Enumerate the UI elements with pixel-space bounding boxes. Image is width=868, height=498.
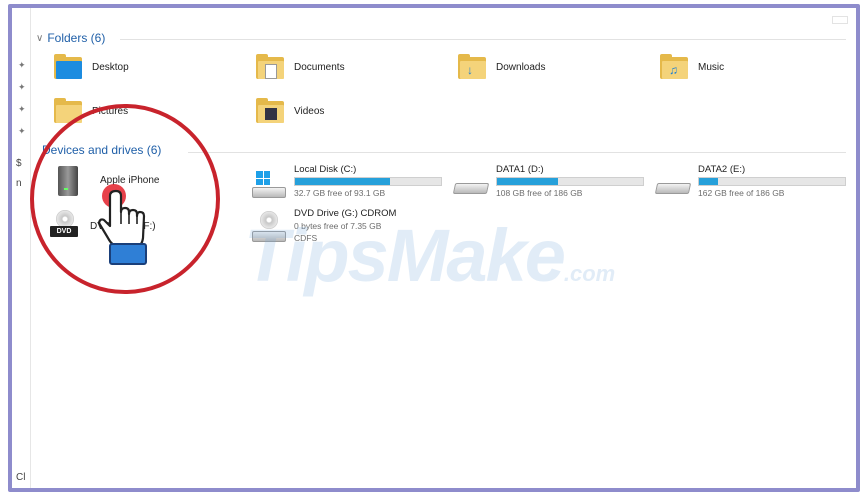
capacity-bar bbox=[698, 177, 846, 186]
videos-folder-icon bbox=[256, 98, 286, 124]
drive-data2-e[interactable]: DATA2 (E:) 162 GB free of 186 GB bbox=[654, 164, 848, 204]
folders-section-label: Folders (6) bbox=[47, 31, 106, 45]
drive-label: DATA2 (E:) bbox=[698, 164, 746, 175]
pin-icon[interactable]: ✦ bbox=[18, 60, 26, 71]
drive-label: DATA1 (D:) bbox=[496, 164, 544, 175]
pointing-hand-icon bbox=[96, 182, 156, 279]
explorer-window: ✦ ✦ ✦ ✦ $ n Cl ∨ Folders (6) Desktop Doc… bbox=[8, 4, 860, 492]
capacity-fill bbox=[497, 178, 559, 185]
drive-free-space: 108 GB free of 186 GB bbox=[496, 188, 583, 198]
documents-folder-icon bbox=[256, 54, 286, 80]
drive-local-disk-c[interactable]: Local Disk (C:) 32.7 GB free of 93.1 GB bbox=[250, 164, 444, 204]
watermark-suffix: .com bbox=[563, 261, 616, 286]
nav-fragment[interactable]: $ bbox=[16, 158, 22, 169]
section-divider bbox=[188, 152, 846, 153]
drive-free-space: 32.7 GB free of 93.1 GB bbox=[294, 188, 386, 198]
window-control[interactable] bbox=[832, 16, 848, 24]
folder-label: Downloads bbox=[496, 61, 546, 73]
nav-fragment[interactable]: Cl bbox=[16, 472, 25, 483]
capacity-bar bbox=[294, 177, 442, 186]
capacity-bar bbox=[496, 177, 644, 186]
folder-label: Videos bbox=[294, 105, 325, 117]
section-divider bbox=[120, 39, 846, 40]
hard-drive-icon bbox=[654, 169, 692, 199]
pin-icon[interactable]: ✦ bbox=[18, 82, 26, 93]
windows-drive-icon bbox=[250, 169, 286, 199]
folder-downloads[interactable]: ↓ Downloads bbox=[458, 54, 545, 80]
folder-desktop[interactable]: Desktop bbox=[54, 54, 129, 80]
hard-drive-icon bbox=[452, 169, 490, 199]
chevron-down-icon: ∨ bbox=[36, 32, 44, 44]
drive-label: Local Disk (C:) bbox=[294, 164, 357, 175]
nav-fragment[interactable]: n bbox=[16, 178, 22, 189]
pin-icon[interactable]: ✦ bbox=[18, 104, 26, 115]
folder-music[interactable]: ♫ Music bbox=[660, 54, 724, 80]
navigation-pane: ✦ ✦ ✦ ✦ $ n Cl bbox=[12, 8, 31, 488]
watermark-logo: TipsMake.com bbox=[244, 213, 615, 298]
downloads-folder-icon: ↓ bbox=[458, 54, 488, 80]
folder-videos[interactable]: Videos bbox=[256, 98, 324, 124]
drive-free-space: 162 GB free of 186 GB bbox=[698, 188, 785, 198]
folder-documents[interactable]: Documents bbox=[256, 54, 345, 80]
music-folder-icon: ♫ bbox=[660, 54, 690, 80]
capacity-fill bbox=[295, 178, 390, 185]
pin-icon[interactable]: ✦ bbox=[18, 126, 26, 137]
desktop-folder-icon bbox=[54, 54, 84, 80]
folder-label: Desktop bbox=[92, 61, 129, 73]
watermark-text: TipsMake bbox=[244, 214, 566, 297]
folder-label: Music bbox=[698, 61, 725, 73]
folder-label: Documents bbox=[294, 61, 345, 73]
capacity-fill bbox=[699, 178, 718, 185]
folders-section-header[interactable]: ∨ Folders (6) bbox=[36, 31, 105, 45]
drive-data1-d[interactable]: DATA1 (D:) 108 GB free of 186 GB bbox=[452, 164, 646, 204]
